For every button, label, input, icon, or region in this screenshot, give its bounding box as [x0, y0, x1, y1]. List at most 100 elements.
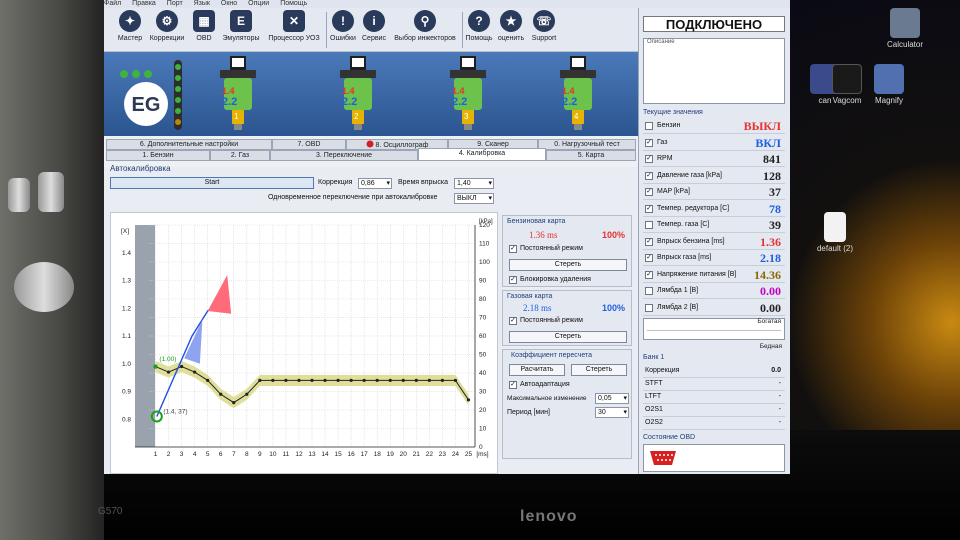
current-value-checkbox[interactable]: ✓: [645, 237, 653, 246]
current-value-checkbox[interactable]: ✓: [645, 270, 653, 279]
toolbar-obd-button[interactable]: ▦ OBD: [190, 10, 218, 42]
menu-window[interactable]: Окно: [221, 0, 237, 7]
bank-row-name: O2S1: [645, 406, 663, 413]
period-select[interactable]: 30: [595, 407, 629, 418]
auto-adaptation-checkbox[interactable]: ✓: [509, 381, 517, 389]
record-dot-icon: [366, 140, 374, 148]
connection-status: ПОДКЛЮЧЕНО: [643, 16, 785, 32]
tab-calibration[interactable]: 4. Калибровка: [418, 148, 546, 161]
info-icon: i: [363, 10, 385, 32]
tab-petrol[interactable]: 1. Бензин: [106, 150, 210, 161]
gear-icon: ⚙: [156, 10, 178, 32]
toolbar-ignition-processor-button[interactable]: ✕ Процессор УОЗ: [264, 10, 324, 42]
current-value-checkbox[interactable]: [645, 122, 653, 130]
calibration-point: [336, 378, 340, 382]
menu-edit[interactable]: Правка: [132, 0, 156, 7]
lock-delete-checkbox[interactable]: ✓: [509, 276, 517, 284]
tab-switching[interactable]: 3. Переключение: [270, 150, 418, 161]
toolbar-injector-select-button[interactable]: ⚲ Выбор инжекторов: [390, 10, 460, 42]
tab-gas[interactable]: 2. Газ: [210, 150, 270, 161]
x-axis-unit-label: [ms]: [476, 451, 488, 458]
reference-point-marker: [153, 364, 158, 369]
keyboard-icon: ▦: [193, 10, 215, 32]
calibration-point: [466, 398, 471, 402]
e-letter-icon: E: [230, 10, 252, 32]
toolbar-rate-button[interactable]: ★ оценить: [496, 10, 526, 42]
x-tick-label: 2: [167, 451, 171, 458]
injection-time-select[interactable]: 1,40: [454, 178, 494, 189]
autocalibration-title: Автокалибровка: [110, 164, 171, 173]
bank-row: LTFT -: [643, 392, 785, 404]
x-tick-label: 5: [206, 451, 210, 458]
current-value-name: Лямбда 1 [В]: [657, 287, 699, 294]
calculate-button[interactable]: Расчитать: [509, 364, 565, 376]
injector-3[interactable]: 1.4 2.2 3: [448, 56, 488, 132]
current-value-name: Впрыск газа [ms]: [657, 254, 712, 261]
petrol-permanent-checkbox[interactable]: ✓: [509, 245, 517, 253]
desktop-icon-calculator[interactable]: Calculator: [870, 8, 940, 49]
gas-permanent-checkbox[interactable]: ✓: [509, 317, 517, 325]
tab-load-test[interactable]: 0. Нагрузочный тест: [538, 139, 636, 150]
toolbar-service-button[interactable]: i Сервис: [359, 10, 389, 42]
injector-4[interactable]: 1.4 2.2 4: [558, 56, 598, 132]
tools-icon: ✕: [283, 10, 305, 32]
calibration-point: [258, 378, 262, 382]
injector-number: 2: [354, 112, 359, 121]
start-button[interactable]: Start: [110, 177, 314, 189]
current-value-checkbox[interactable]: [645, 303, 653, 312]
current-value-checkbox[interactable]: [645, 221, 653, 229]
calibration-chart-svg[interactable]: 1 2 3 4 5 6 7 8 9 10 11 12 13 14 15 16 17 18 19 20 21 22 23 24 2…: [111, 213, 499, 474]
toolbar-errors-button[interactable]: ! Ошибки: [328, 10, 358, 42]
injector-1[interactable]: 1.4 2.2 1: [218, 56, 258, 132]
menu-file[interactable]: Файл: [104, 0, 121, 7]
injector-petrol-time: 1.4: [222, 86, 235, 96]
menu-options[interactable]: Опции: [248, 0, 269, 7]
chart-annotation: (1.4, 37): [163, 409, 187, 416]
chart-annotation: (1.00): [159, 356, 176, 363]
gas-clear-button[interactable]: Стереть: [509, 331, 627, 343]
toolbar-emulators-button[interactable]: E Эмуляторы: [220, 10, 262, 42]
current-value-checkbox[interactable]: ✓: [645, 138, 653, 147]
correction-select[interactable]: 0,86: [358, 178, 392, 189]
calibration-point: [206, 378, 210, 382]
recalc-clear-button[interactable]: Стереть: [571, 364, 627, 376]
current-value-row: Бензин ВЫКЛ: [643, 118, 785, 134]
injector-2[interactable]: 1.4 2.2 2: [338, 56, 378, 132]
desktop-icon-magnify[interactable]: Magnify: [854, 64, 924, 105]
toolbar-help-button[interactable]: ? Помощь: [464, 10, 494, 42]
tab-obd[interactable]: 7. OBD: [272, 139, 346, 150]
calibration-point: [453, 378, 458, 382]
menu-port[interactable]: Порт: [167, 0, 183, 7]
calibration-point: [232, 401, 236, 405]
calibration-point: [193, 370, 197, 374]
injector-gas-time: 2.2: [562, 96, 578, 108]
desktop-icon-default-pdf[interactable]: default (2): [800, 212, 870, 253]
right-y-tick-label: 20: [479, 407, 487, 414]
simultaneous-switch-select[interactable]: ВЫКЛ: [454, 193, 494, 204]
question-icon: ?: [468, 10, 490, 32]
injectors-panel: EG 1.4 2.2 1 1.4 2.2 2 1.4 2.2 3 1.4 2.2…: [104, 52, 638, 136]
right-y-tick-label: 30: [479, 389, 487, 396]
magnify-icon: [874, 64, 904, 94]
current-value-name: Темпер. редуктора [C]: [657, 204, 730, 212]
calibration-point: [362, 378, 366, 382]
current-value-checkbox[interactable]: ✓: [645, 204, 653, 213]
gas-map-percent: 100%: [601, 303, 625, 313]
tab-additional-settings[interactable]: 6. Дополнительные настройки: [106, 139, 272, 150]
petrol-clear-button[interactable]: Стереть: [509, 259, 627, 271]
toolbar-master-button[interactable]: ✦ Мастер: [114, 10, 146, 42]
tab-map[interactable]: 5. Карта: [546, 150, 636, 161]
current-value-checkbox[interactable]: [645, 287, 653, 295]
toolbar-support-button[interactable]: ☏ Support: [528, 10, 560, 42]
current-value-checkbox[interactable]: ✓: [645, 254, 653, 262]
current-value-reading: 2.18: [760, 251, 781, 265]
bank-row: O2S2 -: [643, 418, 785, 430]
current-value-checkbox[interactable]: ✓: [645, 171, 653, 180]
toolbar-corrections-button[interactable]: ⚙ Коррекции: [148, 10, 186, 42]
menu-help[interactable]: Помощь: [280, 0, 307, 7]
bank-1-title: Банк 1: [643, 354, 665, 361]
current-value-checkbox[interactable]: ✓: [645, 155, 653, 163]
menu-language[interactable]: Язык: [194, 0, 210, 7]
max-change-select[interactable]: 0,05: [595, 393, 629, 404]
current-value-checkbox[interactable]: ✓: [645, 188, 653, 196]
